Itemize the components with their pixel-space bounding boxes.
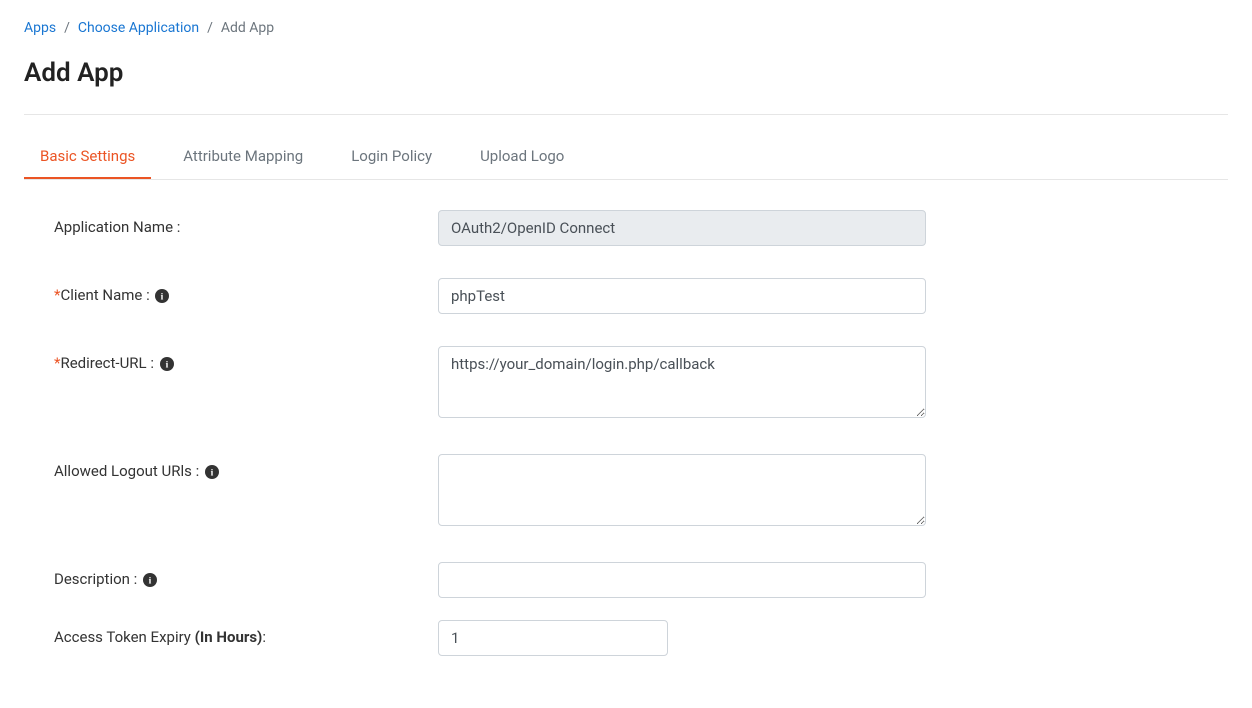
breadcrumb-link-apps[interactable]: Apps: [24, 20, 56, 36]
label-application-name: Application Name :: [54, 210, 438, 236]
breadcrumb: Apps / Choose Application / Add App: [24, 20, 1228, 36]
info-icon[interactable]: i: [205, 465, 219, 479]
breadcrumb-link-choose-application[interactable]: Choose Application: [78, 20, 199, 36]
textarea-allowed-logout-urls[interactable]: [438, 454, 926, 526]
row-access-token-expiry: Access Token Expiry (In Hours):: [54, 620, 1198, 656]
svg-text:i: i: [165, 360, 168, 371]
divider: [24, 114, 1228, 115]
label-description: Description : i: [54, 562, 438, 588]
row-application-name: Application Name :: [54, 210, 1198, 246]
svg-text:i: i: [149, 576, 152, 587]
svg-text:i: i: [211, 468, 214, 479]
input-application-name: [438, 210, 926, 246]
tabs: Basic Settings Attribute Mapping Login P…: [24, 135, 1228, 180]
tab-attribute-mapping[interactable]: Attribute Mapping: [167, 135, 319, 179]
breadcrumb-separator: /: [207, 20, 213, 36]
tab-basic-settings[interactable]: Basic Settings: [24, 135, 151, 179]
info-icon[interactable]: i: [160, 357, 174, 371]
info-icon[interactable]: i: [143, 573, 157, 587]
row-redirect-url: *Redirect-URL : i https://your_domain/lo…: [54, 346, 1198, 422]
tab-upload-logo[interactable]: Upload Logo: [464, 135, 580, 179]
input-access-token-expiry[interactable]: [438, 620, 668, 656]
label-client-name: *Client Name : i: [54, 278, 438, 304]
svg-text:i: i: [161, 292, 164, 303]
textarea-redirect-url[interactable]: https://your_domain/login.php/callback: [438, 346, 926, 418]
row-allowed-logout-urls: Allowed Logout URls : i: [54, 454, 1198, 530]
input-description[interactable]: [438, 562, 926, 598]
breadcrumb-current: Add App: [221, 20, 274, 36]
form-basic-settings: Application Name : *Client Name : i *Red…: [24, 210, 1228, 656]
info-icon[interactable]: i: [155, 289, 169, 303]
label-allowed-logout-urls: Allowed Logout URls : i: [54, 454, 438, 480]
tab-login-policy[interactable]: Login Policy: [335, 135, 448, 179]
row-description: Description : i: [54, 562, 1198, 598]
page-title: Add App: [24, 58, 1228, 88]
row-client-name: *Client Name : i: [54, 278, 1198, 314]
breadcrumb-separator: /: [64, 20, 70, 36]
label-access-token-expiry: Access Token Expiry (In Hours):: [54, 620, 438, 646]
label-redirect-url: *Redirect-URL : i: [54, 346, 438, 372]
input-client-name[interactable]: [438, 278, 926, 314]
